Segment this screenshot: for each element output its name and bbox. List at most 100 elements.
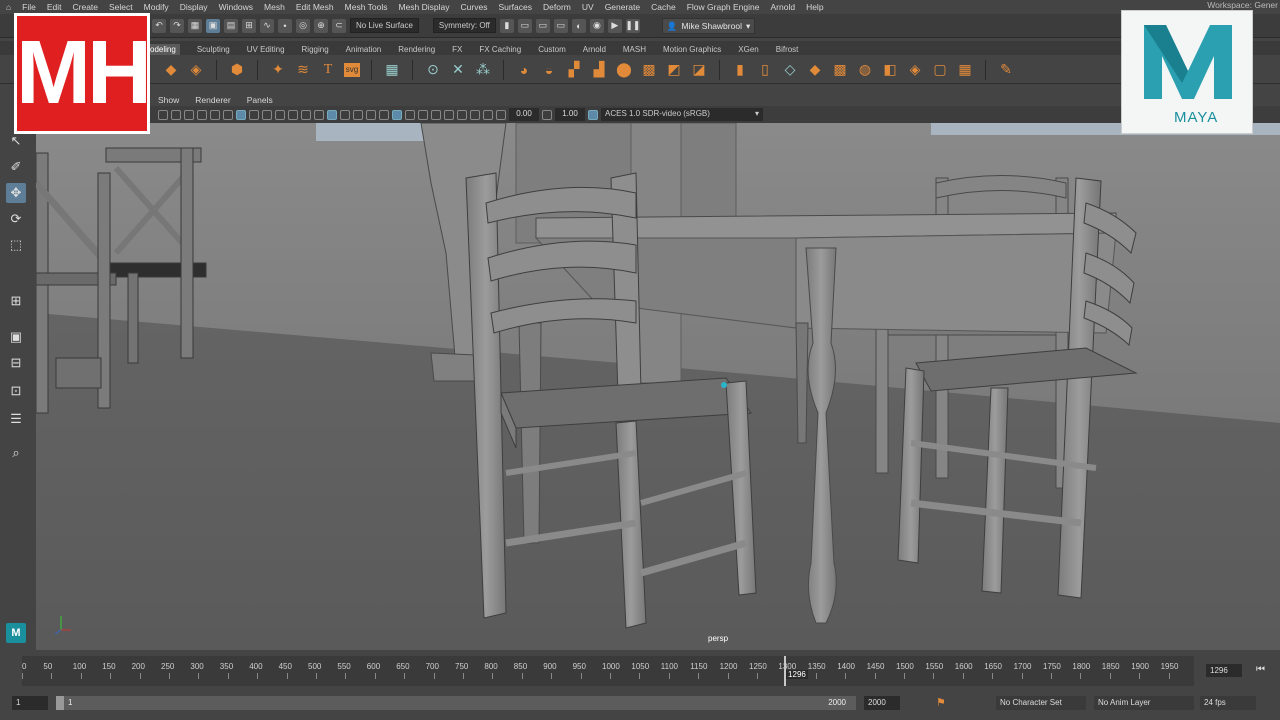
combine-icon[interactable]: ◕ (515, 61, 533, 79)
pause-icon[interactable]: ❚❚ (625, 18, 640, 33)
menu-edit[interactable]: Edit (47, 2, 62, 12)
xray-joints-icon[interactable] (470, 109, 480, 120)
tab-motion-graphics[interactable]: Motion Graphics (663, 45, 721, 55)
type-tool-icon[interactable]: T (319, 61, 337, 79)
menu-flow-graph-engine[interactable]: Flow Graph Engine (687, 2, 760, 12)
append-icon[interactable]: ◇ (781, 61, 799, 79)
play-back-icon[interactable]: ⏮ (1256, 664, 1265, 675)
maya-home-icon[interactable]: M (6, 623, 26, 643)
user-account-button[interactable]: 👤 Mike Shawbrool ▾ (661, 17, 756, 34)
depth-of-field-icon[interactable] (431, 109, 441, 120)
range-end-field[interactable]: 2000 (864, 696, 900, 710)
rotate-tool-icon[interactable]: ⟳ (6, 209, 26, 229)
symmetry-field[interactable]: Symmetry: Off (432, 18, 496, 33)
tab-rigging[interactable]: Rigging (302, 45, 329, 55)
boolean-icon[interactable]: ▟ (590, 61, 608, 79)
menu-display[interactable]: Display (180, 2, 208, 12)
extrude-icon[interactable]: ▮ (731, 61, 749, 79)
tab-animation[interactable]: Animation (346, 45, 382, 55)
outliner-layout-icon[interactable]: ⊡ (6, 381, 26, 401)
lights-icon[interactable] (366, 109, 376, 120)
select-component-icon[interactable]: ▤ (224, 18, 238, 33)
select-hierarchy-icon[interactable]: ▦ (188, 18, 202, 33)
tab-custom[interactable]: Custom (538, 45, 566, 55)
smooth-shade-icon[interactable] (327, 109, 337, 120)
home-icon[interactable]: ⌂ (6, 2, 11, 12)
workspace-selector[interactable]: Workspace: Gener (1207, 0, 1278, 10)
collapse-icon[interactable]: ▢ (931, 61, 949, 79)
film-gate-icon[interactable] (249, 109, 259, 120)
motion-blur-icon[interactable] (405, 109, 415, 120)
menu-generate[interactable]: Generate (605, 2, 640, 12)
make-live-icon[interactable]: ⊕ (314, 18, 328, 33)
anim-layer-dropdown[interactable]: No Anim Layer (1094, 696, 1194, 710)
snap-point-icon[interactable]: • (278, 18, 292, 33)
color-management-icon[interactable] (588, 109, 598, 120)
textured-icon[interactable] (353, 109, 363, 120)
tab-bifrost[interactable]: Bifrost (776, 45, 799, 55)
multi-cut-icon[interactable]: ◍ (856, 61, 874, 79)
tab-rendering[interactable]: Rendering (398, 45, 435, 55)
fps-dropdown[interactable]: 24 fps (1200, 696, 1256, 710)
svg-tool-icon[interactable]: svg (344, 62, 360, 77)
camera-select-icon[interactable] (158, 109, 168, 120)
bevel-icon[interactable]: ◆ (806, 61, 824, 79)
safe-action-icon[interactable] (301, 109, 311, 120)
tab-modeling[interactable]: odeling (148, 44, 180, 55)
image-plane-icon[interactable] (210, 109, 220, 120)
offset-loop-icon[interactable]: ◧ (881, 61, 899, 79)
menu-edit-mesh[interactable]: Edit Mesh (296, 2, 334, 12)
menu-surfaces[interactable]: Surfaces (498, 2, 532, 12)
camera-lock-icon[interactable] (171, 109, 181, 120)
panel-menu-panels[interactable]: Panels (247, 95, 273, 105)
snap-view-icon[interactable]: ◎ (296, 18, 310, 33)
gamma-field[interactable]: 1.00 (555, 108, 585, 121)
tab-fx-caching[interactable]: FX Caching (479, 45, 521, 55)
four-view-icon[interactable]: ▣ (6, 327, 26, 347)
time-ruler[interactable]: 0 50 100 150 200 250 300 350 400 450 500 550 600 650 7… (22, 656, 1194, 686)
menu-mesh[interactable]: Mesh (264, 2, 285, 12)
snap-grid-icon[interactable]: ⊞ (242, 18, 256, 33)
gate-mask-icon[interactable] (275, 109, 285, 120)
character-set-dropdown[interactable]: No Character Set (996, 696, 1086, 710)
menu-help[interactable]: Help (806, 2, 823, 12)
magnet-icon[interactable]: ⊂ (332, 18, 346, 33)
menu-mesh-tools[interactable]: Mesh Tools (345, 2, 388, 12)
extract-icon[interactable]: ▞ (565, 61, 583, 79)
smooth-icon[interactable]: ⬤ (615, 61, 633, 79)
tab-arnold[interactable]: Arnold (583, 45, 606, 55)
redo-icon[interactable]: ↷ (170, 18, 184, 33)
menu-select[interactable]: Select (109, 2, 133, 12)
arnold-render-icon[interactable]: ▶ (607, 18, 622, 33)
menu-file[interactable]: File (22, 2, 36, 12)
2d-pan-icon[interactable] (223, 109, 233, 120)
wireframe-icon[interactable] (314, 109, 324, 120)
live-surface-field[interactable]: No Live Surface (350, 18, 419, 33)
select-object-icon[interactable]: ▣ (206, 18, 220, 33)
single-perspective-icon[interactable]: ⊞ (6, 291, 26, 311)
hypershade-icon[interactable]: ◐ (571, 18, 586, 33)
ipr-icon[interactable]: ◉ (589, 18, 604, 33)
select-tool-icon[interactable]: ↖ (6, 131, 26, 151)
exposure-field[interactable]: 0.00 (509, 108, 539, 121)
insert-loop-icon[interactable]: ▩ (831, 61, 849, 79)
shadows-icon[interactable] (379, 109, 389, 120)
sculpt-icon[interactable]: ▦ (956, 61, 974, 79)
target-weld-icon[interactable]: ⊙ (424, 61, 442, 79)
menu-deform[interactable]: Deform (543, 2, 571, 12)
tab-sculpting[interactable]: Sculpting (197, 45, 230, 55)
grid-toggle-icon[interactable] (236, 109, 246, 120)
bridge-icon[interactable]: ▯ (756, 61, 774, 79)
current-frame-field[interactable]: 1296 (1206, 664, 1242, 677)
search-icon[interactable]: ⌕ (6, 443, 26, 463)
circularize-icon[interactable]: ◈ (906, 61, 924, 79)
move-tool-icon[interactable]: ✥ (6, 183, 26, 203)
mirror-icon[interactable]: ◩ (665, 61, 683, 79)
color-space-dropdown[interactable]: ACES 1.0 SDR-video (sRGB) ▾ (601, 108, 763, 121)
range-handle[interactable] (56, 696, 64, 710)
tab-fx[interactable]: FX (452, 45, 462, 55)
curve-tool-icon[interactable]: ◆ (162, 61, 180, 79)
render-seq-icon[interactable]: ▭ (535, 18, 550, 33)
ambient-occlusion-icon[interactable] (392, 109, 402, 120)
sweep-icon[interactable]: ≋ (294, 61, 312, 79)
